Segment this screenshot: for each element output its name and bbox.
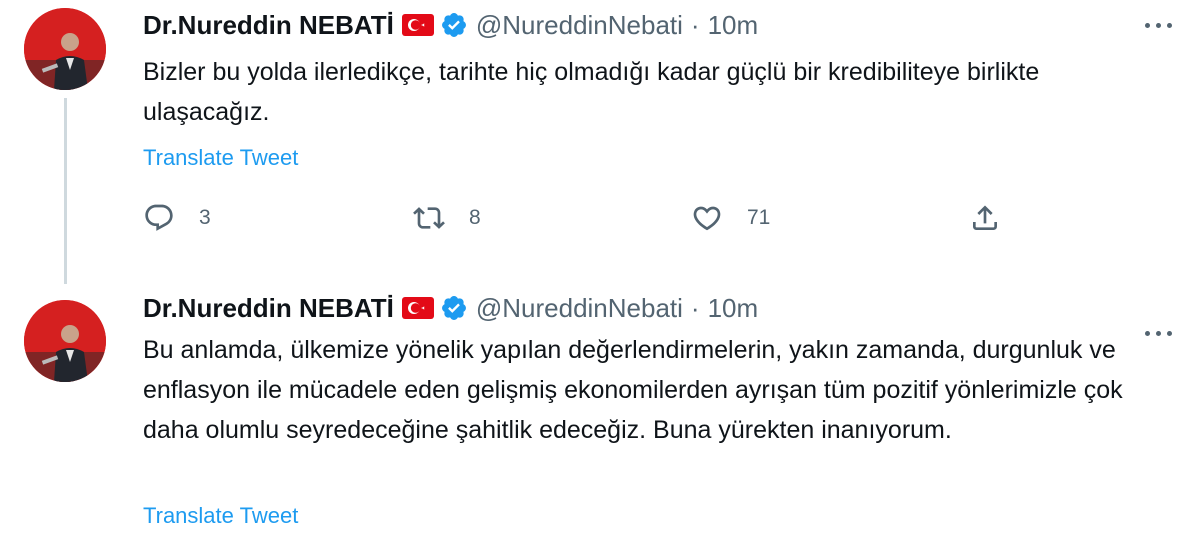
turkey-flag-icon <box>401 14 434 36</box>
tweet-actions: 3 8 71 <box>143 198 1023 238</box>
translate-tweet-link[interactable]: Translate Tweet <box>143 503 298 529</box>
reply-button[interactable]: 3 <box>143 198 211 238</box>
timestamp[interactable]: 10m <box>708 10 759 41</box>
retweet-icon <box>413 202 445 234</box>
retweet-count: 8 <box>469 206 481 229</box>
share-icon <box>969 202 1001 234</box>
tweet-2[interactable]: Dr.Nureddin NEBATİ @NureddinNebati · 10m… <box>0 282 1200 541</box>
separator-dot: · <box>690 292 700 323</box>
avatar[interactable] <box>24 8 106 90</box>
thread-connector-line <box>64 98 67 284</box>
tweet-text: Bizler bu yolda ilerledikçe, tarihte hiç… <box>143 58 1040 126</box>
tweet-1[interactable]: Dr.Nureddin NEBATİ @NureddinNebati · 10m… <box>0 0 1200 284</box>
timestamp[interactable]: 10m <box>708 293 759 324</box>
reply-count: 3 <box>199 206 211 229</box>
author-handle[interactable]: @NureddinNebati <box>476 10 683 41</box>
author-handle[interactable]: @NureddinNebati <box>476 293 683 324</box>
author-name[interactable]: Dr.Nureddin NEBATİ <box>143 10 394 41</box>
like-count: 71 <box>747 206 771 229</box>
more-options-icon[interactable] <box>1138 10 1178 40</box>
avatar[interactable] <box>24 300 106 382</box>
tweet-header: Dr.Nureddin NEBATİ @NureddinNebati · 10m <box>143 288 758 328</box>
separator-dot: · <box>690 9 700 40</box>
verified-badge-icon <box>440 11 468 39</box>
retweet-button[interactable]: 8 <box>413 198 481 238</box>
tweet-header: Dr.Nureddin NEBATİ @NureddinNebati · 10m <box>143 5 758 45</box>
translate-tweet-link[interactable]: Translate Tweet <box>143 145 298 171</box>
tweet-text: Bu anlamda, ülkemize yönelik yapılan değ… <box>143 336 1123 444</box>
share-button[interactable] <box>969 198 1001 238</box>
like-heart-icon <box>691 202 723 234</box>
like-button[interactable]: 71 <box>691 198 770 238</box>
verified-badge-icon <box>440 294 468 322</box>
reply-icon <box>143 202 175 234</box>
turkey-flag-icon <box>401 297 434 319</box>
author-name[interactable]: Dr.Nureddin NEBATİ <box>143 293 394 324</box>
